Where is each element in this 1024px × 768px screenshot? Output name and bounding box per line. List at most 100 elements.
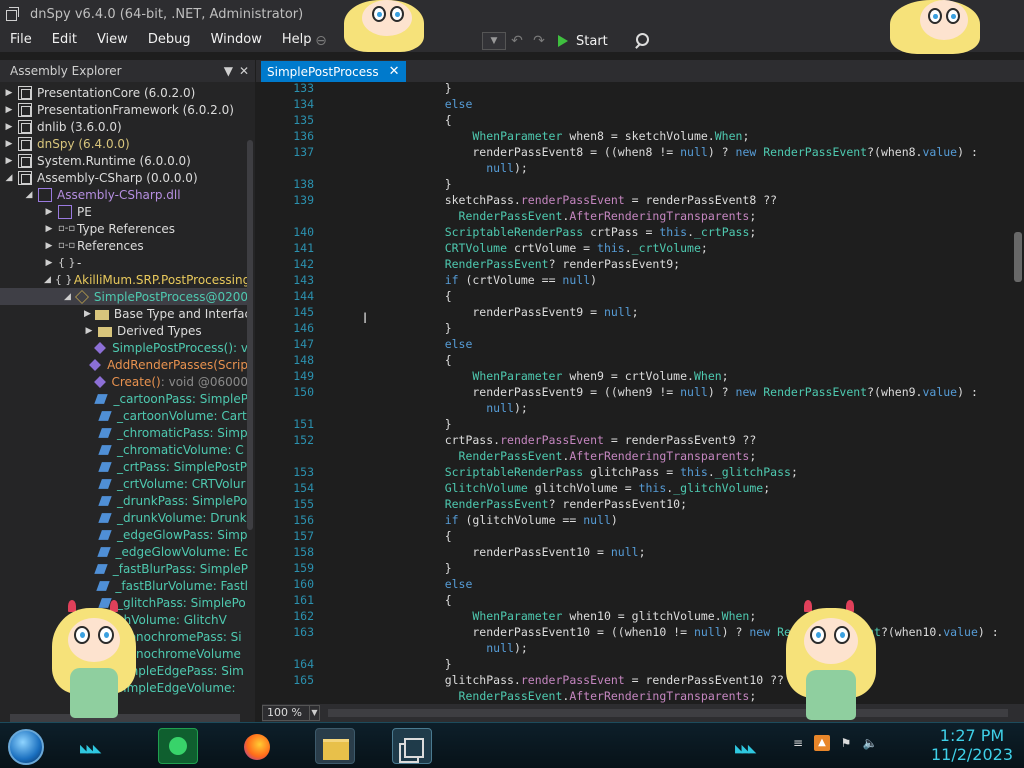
expand-icon[interactable]: ▶ [44,241,54,251]
code-token: renderPassEvent9 = ((when9 != [417,385,681,399]
code-token: AfterRenderingTransparents [569,209,750,223]
expand-icon[interactable]: ▶ [44,258,54,268]
tab-simplepostprocess[interactable]: SimplePostProcess ✕ [261,61,406,82]
tree-item[interactable]: ◢ Assembly-CSharp.dll [0,186,248,203]
code-token: ?(when9. [867,385,923,399]
code-token: new [735,385,757,399]
namespace-icon: { } [54,272,73,286]
tree-item-signature: : [231,680,236,695]
code-text: renderPassEvent9 = null; [417,304,638,320]
tree-item[interactable]: _edgeGlowVolume : Ec [0,543,248,560]
expand-icon[interactable]: ▶ [44,207,54,217]
expand-icon[interactable]: ▶ [84,309,91,319]
dnspy-taskbar-icon[interactable] [392,728,432,764]
undo-icon[interactable]: ↶ [506,31,528,51]
tree-item[interactable]: SimplePostProcess() : v [0,339,248,356]
tree-item[interactable]: _fastBlurVolume : Fastl [0,577,248,594]
tree-item[interactable]: ▶ Derived Types [0,322,248,339]
tree-item[interactable]: ▶ dnSpy (6.4.0.0) [0,135,248,152]
code-token: null [603,305,632,319]
line-number: 134 [293,97,314,111]
code-token: RenderPassEvent [458,689,563,703]
tree-item-label: _cartoonVolume [117,408,214,423]
orange-app-icon[interactable]: ▲ [814,735,830,751]
expand-icon[interactable]: ▶ [44,224,54,234]
expand-icon[interactable]: ▶ [84,326,94,336]
zoom-level[interactable]: 100 % [262,705,310,721]
firefox-icon[interactable] [238,728,278,764]
expand-icon[interactable]: ▶ [4,156,14,166]
code-line: 154 GlitchVolume glitchVolume = this._gl… [262,480,1004,496]
class-icon [74,289,89,304]
search-icon[interactable] [632,31,654,51]
tree-item[interactable]: _drunkPass : SimplePo [0,492,248,509]
menu-view[interactable]: View [87,28,138,52]
tree-item[interactable]: _crtPass : SimplePostP [0,458,248,475]
code-token: this [597,241,625,255]
tree-item[interactable]: ◢ Assembly-CSharp (0.0.0.0) [0,169,248,186]
flag-icon[interactable]: ⚑ [838,735,854,751]
expand-icon[interactable]: ▶ [4,122,14,132]
close-icon[interactable]: ✕ [389,64,400,79]
tree-item[interactable]: _cartoonVolume : Cart [0,407,248,424]
toolbar-combo-dropdown[interactable]: ▼ [482,32,506,50]
speaker-icon[interactable]: 🔈 [862,735,878,751]
code-token: null [486,401,514,415]
tree-item[interactable]: ▶ System.Runtime (6.0.0.0) [0,152,248,169]
tree-item[interactable]: ▶ Base Type and Interfac [0,305,251,322]
vertical-scrollbar[interactable] [247,140,253,530]
tree-item[interactable]: _crtVolume : CRTVolur [0,475,248,492]
tree-item[interactable]: ▶ dnlib (3.6.0.0) [0,118,248,135]
tree-item-label: dnlib (3.6.0.0) [37,119,122,134]
chevron-down-icon[interactable]: ▼ [310,705,320,721]
horizontal-scrollbar[interactable] [328,709,1008,717]
tree-item[interactable]: ▶ PresentationCore (6.0.2.0) [0,84,248,101]
network-icon[interactable]: ≡ [790,735,806,751]
clock-date: 11/2/2023 [930,745,1014,764]
tree-item[interactable]: ▶ PE [0,203,248,220]
tree-item[interactable]: ◢ SimplePostProcess @0200 [0,288,248,305]
system-clock[interactable]: 1:27 PM 11/2/2023 [924,727,1020,765]
tree-item[interactable]: ▶ ▫-▫ References [0,237,248,254]
menu-debug[interactable]: Debug [138,28,201,52]
start-debug-button[interactable]: Start [558,34,608,49]
tree-item[interactable]: _drunkVolume : Drunk [0,509,248,526]
code-token: _glitchPass [714,465,791,479]
code-token: AfterRenderingTransparents [569,689,750,703]
tree-item[interactable]: ▶ ▫-▫ Type References [0,220,248,237]
tree-item[interactable]: ▶ PresentationFramework (6.0.2.0) [0,101,248,118]
close-icon[interactable]: ✕ [239,64,249,78]
assembly-icon [18,85,32,100]
tree-item[interactable]: ◢{ } AkilliMum.SRP.PostProcessing [0,271,250,288]
tree-item[interactable]: Create() : void @06000 [0,373,248,390]
collapse-icon[interactable]: ◢ [44,275,51,285]
notes-app-icon[interactable] [158,728,198,764]
collapse-icon[interactable]: ◢ [4,173,14,183]
tree-item[interactable]: _chromaticPass : Simp [0,424,248,441]
tree-item[interactable]: AddRenderPasses(Scrip [0,356,248,373]
tree-item[interactable]: ▶ { } - [0,254,248,271]
tree-item[interactable]: _edgeGlowPass : Simp [0,526,248,543]
menu-window[interactable]: Window [201,28,272,52]
collapse-icon[interactable]: ◢ [24,190,34,200]
expand-icon[interactable]: ▶ [4,105,14,115]
collapse-icon[interactable]: ◢ [64,292,71,302]
tree-item[interactable]: _chromaticVolume : C [0,441,248,458]
start-menu-icon[interactable] [8,729,44,765]
expand-icon[interactable]: ▶ [4,139,14,149]
redo-icon[interactable]: ↷ [528,31,550,51]
dropdown-icon[interactable]: ▼ [224,64,233,78]
code-token: CRTVolume [444,241,508,255]
code-token: renderPassEvent10 = [417,545,611,559]
menu-file[interactable]: File [0,28,42,52]
expand-icon[interactable]: ▶ [4,88,14,98]
tree-item[interactable]: _cartoonPass : SimpleP [0,390,248,407]
back-icon[interactable]: ⊖ [310,31,332,51]
file-explorer-icon[interactable] [315,728,355,764]
code-editor[interactable]: 133 } 134 else 135 {136 WhenParameter when… [262,82,1024,704]
tree-item[interactable]: _fastBlurPass : SimpleP [0,560,248,577]
vertical-scrollbar-thumb[interactable] [1014,232,1022,282]
menu-edit[interactable]: Edit [42,28,87,52]
